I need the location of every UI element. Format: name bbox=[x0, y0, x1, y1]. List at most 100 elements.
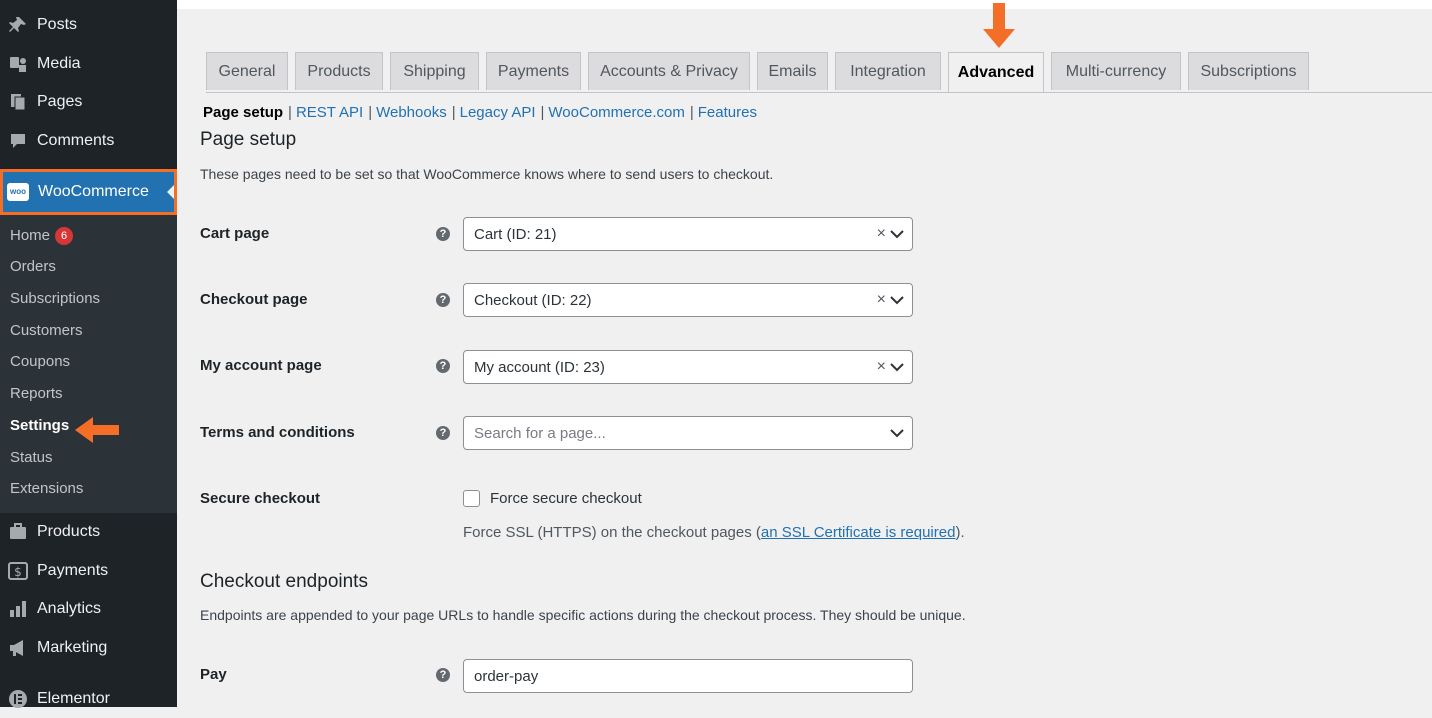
tab-shipping[interactable]: Shipping bbox=[390, 52, 479, 90]
analytics-icon bbox=[7, 598, 29, 620]
woocommerce-submenu: Home 6 Orders Subscriptions Customers Cou… bbox=[0, 215, 177, 513]
tab-accounts-privacy[interactable]: Accounts & Privacy bbox=[588, 52, 750, 90]
submenu-reports[interactable]: Reports bbox=[10, 385, 63, 402]
tab-multi-currency[interactable]: Multi-currency bbox=[1051, 52, 1181, 90]
section-legacy-api[interactable]: Legacy API bbox=[460, 104, 536, 121]
menu-label: Media bbox=[37, 55, 81, 72]
clear-icon[interactable]: × bbox=[877, 358, 886, 376]
secure-checkout-label: Secure checkout bbox=[200, 490, 321, 507]
section-features[interactable]: Features bbox=[698, 104, 757, 121]
section-woocommerce-com[interactable]: WooCommerce.com bbox=[548, 104, 684, 121]
menu-label: WooCommerce bbox=[38, 183, 149, 200]
menu-products[interactable]: Products bbox=[0, 513, 177, 551]
terms-page-select[interactable]: Search for a page... bbox=[463, 416, 913, 450]
help-icon[interactable]: ? bbox=[436, 426, 450, 440]
clear-icon[interactable]: × bbox=[877, 291, 886, 309]
menu-comments[interactable]: Comments bbox=[0, 122, 177, 160]
media-icon bbox=[7, 53, 29, 75]
chevron-down-icon bbox=[890, 230, 904, 239]
submenu-status[interactable]: Status bbox=[10, 449, 53, 466]
menu-pages[interactable]: Pages bbox=[0, 83, 177, 121]
tabs-divider bbox=[206, 92, 1432, 93]
separator: | bbox=[689, 104, 694, 121]
menu-label: Products bbox=[37, 523, 101, 540]
svg-text:$: $ bbox=[14, 565, 22, 579]
menu-label: Elementor bbox=[37, 690, 110, 707]
submenu-home[interactable]: Home 6 bbox=[10, 227, 74, 245]
arrow-down-icon bbox=[983, 3, 1015, 48]
pages-icon bbox=[7, 91, 29, 113]
current-caret-icon bbox=[167, 185, 174, 199]
submenu-subscriptions[interactable]: Subscriptions bbox=[10, 290, 100, 307]
tab-integration[interactable]: Integration bbox=[835, 52, 941, 90]
chevron-down-icon bbox=[890, 296, 904, 305]
separator: | bbox=[368, 104, 373, 121]
menu-label: Comments bbox=[37, 132, 115, 149]
menu-media[interactable]: Media bbox=[0, 45, 177, 83]
desc-text: Force SSL (HTTPS) on the checkout pages … bbox=[463, 524, 761, 541]
section-nav: Page setup | REST API | Webhooks | Legacy API |… bbox=[203, 104, 757, 121]
cart-page-label: Cart page bbox=[200, 225, 270, 242]
menu-woocommerce[interactable]: woo WooCommerce bbox=[0, 169, 177, 215]
submenu-label: Home bbox=[10, 227, 51, 244]
checkout-endpoints-description: Endpoints are appended to your page URLs… bbox=[200, 607, 966, 623]
menu-woocommerce-current: woo WooCommerce bbox=[3, 172, 174, 212]
submenu-settings[interactable]: Settings bbox=[10, 417, 69, 434]
desc-text: ). bbox=[955, 524, 965, 541]
menu-analytics[interactable]: Analytics bbox=[0, 590, 177, 628]
secure-checkout-description: Force SSL (HTTPS) on the checkout pages … bbox=[463, 524, 965, 541]
force-secure-checkout-checkbox[interactable] bbox=[463, 490, 480, 507]
cart-page-select[interactable]: Cart (ID: 21) × bbox=[463, 217, 913, 251]
section-webhooks[interactable]: Webhooks bbox=[376, 104, 447, 121]
help-icon[interactable]: ? bbox=[436, 227, 450, 241]
payments-icon: $ bbox=[7, 560, 29, 582]
tab-products[interactable]: Products bbox=[295, 52, 383, 90]
top-strip bbox=[177, 0, 1432, 9]
help-icon[interactable]: ? bbox=[436, 668, 450, 682]
menu-elementor[interactable]: Elementor bbox=[0, 680, 177, 718]
products-icon bbox=[7, 521, 29, 543]
submenu-coupons[interactable]: Coupons bbox=[10, 353, 70, 370]
comments-icon bbox=[7, 130, 29, 152]
pin-icon bbox=[7, 14, 29, 36]
separator: | bbox=[451, 104, 456, 121]
chevron-down-icon bbox=[890, 429, 904, 438]
tab-payments[interactable]: Payments bbox=[486, 52, 581, 90]
chevron-down-icon bbox=[890, 363, 904, 372]
submenu-orders[interactable]: Orders bbox=[10, 258, 56, 275]
force-secure-checkout-label[interactable]: Force secure checkout bbox=[490, 490, 642, 507]
marketing-icon bbox=[7, 637, 29, 659]
woocommerce-logo-icon: woo bbox=[7, 183, 29, 201]
pay-endpoint-input[interactable]: order-pay bbox=[463, 659, 913, 693]
menu-label: Payments bbox=[37, 562, 109, 579]
page-setup-description: These pages need to be set so that WooCo… bbox=[200, 166, 774, 182]
admin-sidebar: Posts Media Pages Comments woo WooCommer… bbox=[0, 0, 177, 708]
terms-page-label: Terms and conditions bbox=[200, 424, 355, 441]
clear-icon[interactable]: × bbox=[877, 225, 886, 243]
page-setup-heading: Page setup bbox=[200, 129, 297, 150]
separator: | bbox=[288, 104, 292, 121]
select-value: My account (ID: 23) bbox=[474, 358, 605, 376]
separator: | bbox=[540, 104, 545, 121]
tab-subscriptions[interactable]: Subscriptions bbox=[1188, 52, 1309, 90]
menu-payments[interactable]: $ Payments bbox=[0, 552, 177, 590]
menu-label: Marketing bbox=[37, 639, 108, 656]
menu-posts[interactable]: Posts bbox=[0, 6, 177, 44]
select-value: Checkout (ID: 22) bbox=[474, 291, 592, 309]
help-icon[interactable]: ? bbox=[436, 293, 450, 307]
tab-advanced[interactable]: Advanced bbox=[948, 52, 1044, 92]
my-account-page-select[interactable]: My account (ID: 23) × bbox=[463, 350, 913, 384]
section-page-setup[interactable]: Page setup bbox=[203, 104, 283, 121]
menu-label: Posts bbox=[37, 16, 78, 33]
select-value: Cart (ID: 21) bbox=[474, 225, 557, 243]
help-icon[interactable]: ? bbox=[436, 359, 450, 373]
section-rest-api[interactable]: REST API bbox=[296, 104, 363, 121]
submenu-customers[interactable]: Customers bbox=[10, 322, 83, 339]
menu-marketing[interactable]: Marketing bbox=[0, 629, 177, 667]
tab-emails[interactable]: Emails bbox=[757, 52, 828, 90]
tab-general[interactable]: General bbox=[206, 52, 288, 90]
submenu-extensions[interactable]: Extensions bbox=[10, 480, 83, 497]
menu-label: Analytics bbox=[37, 600, 102, 617]
checkout-page-select[interactable]: Checkout (ID: 22) × bbox=[463, 283, 913, 317]
ssl-certificate-link[interactable]: an SSL Certificate is required bbox=[761, 524, 956, 541]
